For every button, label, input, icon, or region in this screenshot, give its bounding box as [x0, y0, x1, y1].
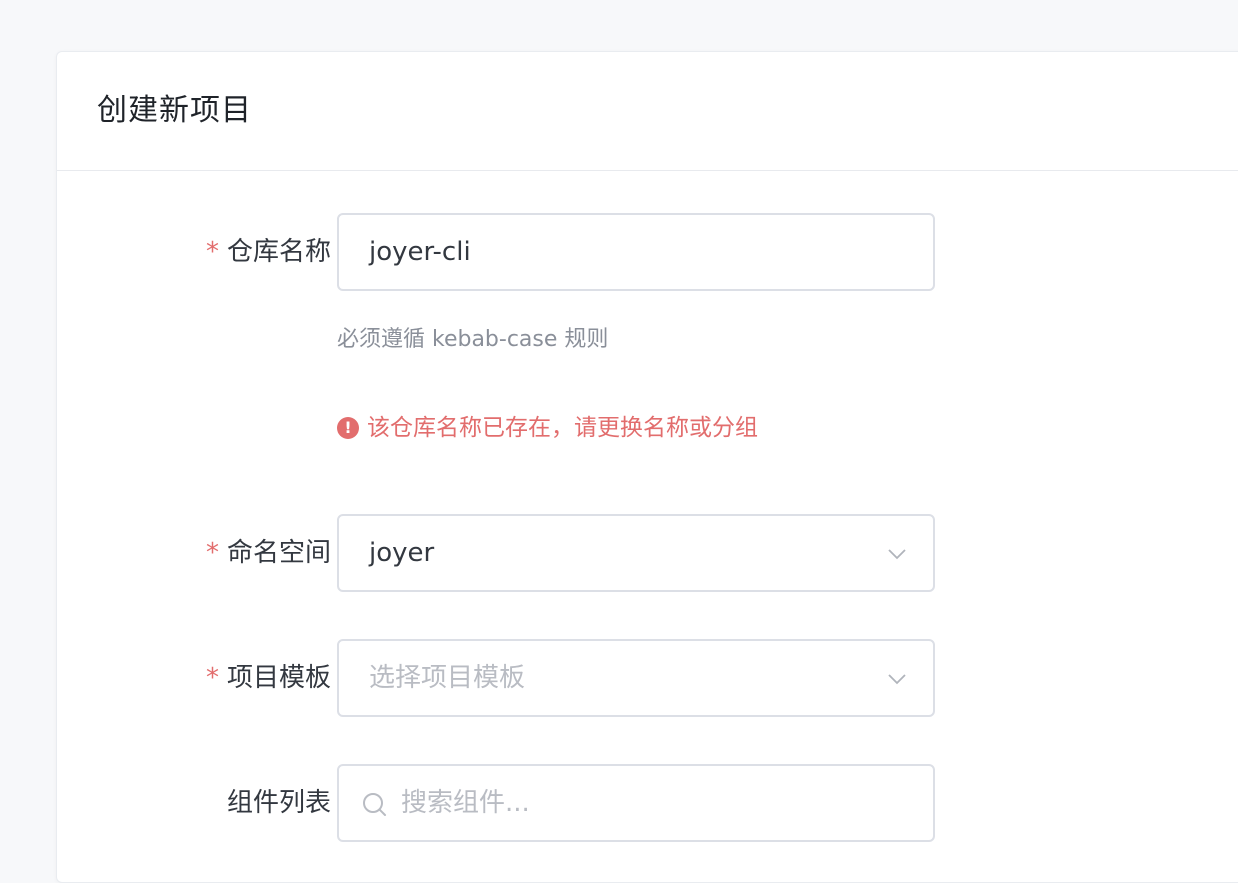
create-project-card: 创建新项目 * 仓库名称 joyer-cli 必须遵循 kebab-case 规则…	[56, 51, 1238, 883]
required-mark: *	[205, 237, 219, 267]
repo-name-value: joyer-cli	[369, 237, 471, 267]
required-mark: *	[205, 663, 219, 693]
components-placeholder: 搜索组件...	[401, 788, 530, 818]
components-label: 组件列表	[227, 785, 331, 821]
namespace-label: * 命名空间	[206, 535, 331, 571]
components-label-text: 组件列表	[226, 788, 331, 818]
repo-name-error-text: 该仓库名称已存在，请更换名称或分组	[367, 415, 758, 441]
repo-name-label: * 仓库名称	[206, 234, 331, 270]
template-select[interactable]: 选择项目模板	[337, 639, 935, 717]
repo-name-label-text: 仓库名称	[226, 237, 331, 267]
template-label: * 项目模板	[206, 660, 331, 696]
template-placeholder: 选择项目模板	[369, 663, 526, 693]
repo-name-input[interactable]: joyer-cli	[337, 213, 935, 291]
search-icon	[363, 793, 386, 816]
chevron-down-icon	[888, 549, 906, 560]
repo-name-help: 必须遵循 kebab-case 规则	[337, 327, 609, 352]
page-title: 创建新项目	[97, 93, 252, 128]
template-label-text: 项目模板	[226, 663, 331, 693]
card-header: 创建新项目	[57, 52, 1238, 171]
components-search-input[interactable]: 搜索组件...	[337, 764, 935, 842]
error-icon: !	[337, 417, 359, 439]
namespace-select[interactable]: joyer	[337, 514, 935, 592]
chevron-down-icon	[888, 674, 906, 685]
repo-name-error: ! 该仓库名称已存在，请更换名称或分组	[337, 412, 758, 444]
namespace-value: joyer	[369, 538, 435, 568]
namespace-label-text: 命名空间	[226, 538, 331, 568]
required-mark: *	[205, 538, 219, 568]
